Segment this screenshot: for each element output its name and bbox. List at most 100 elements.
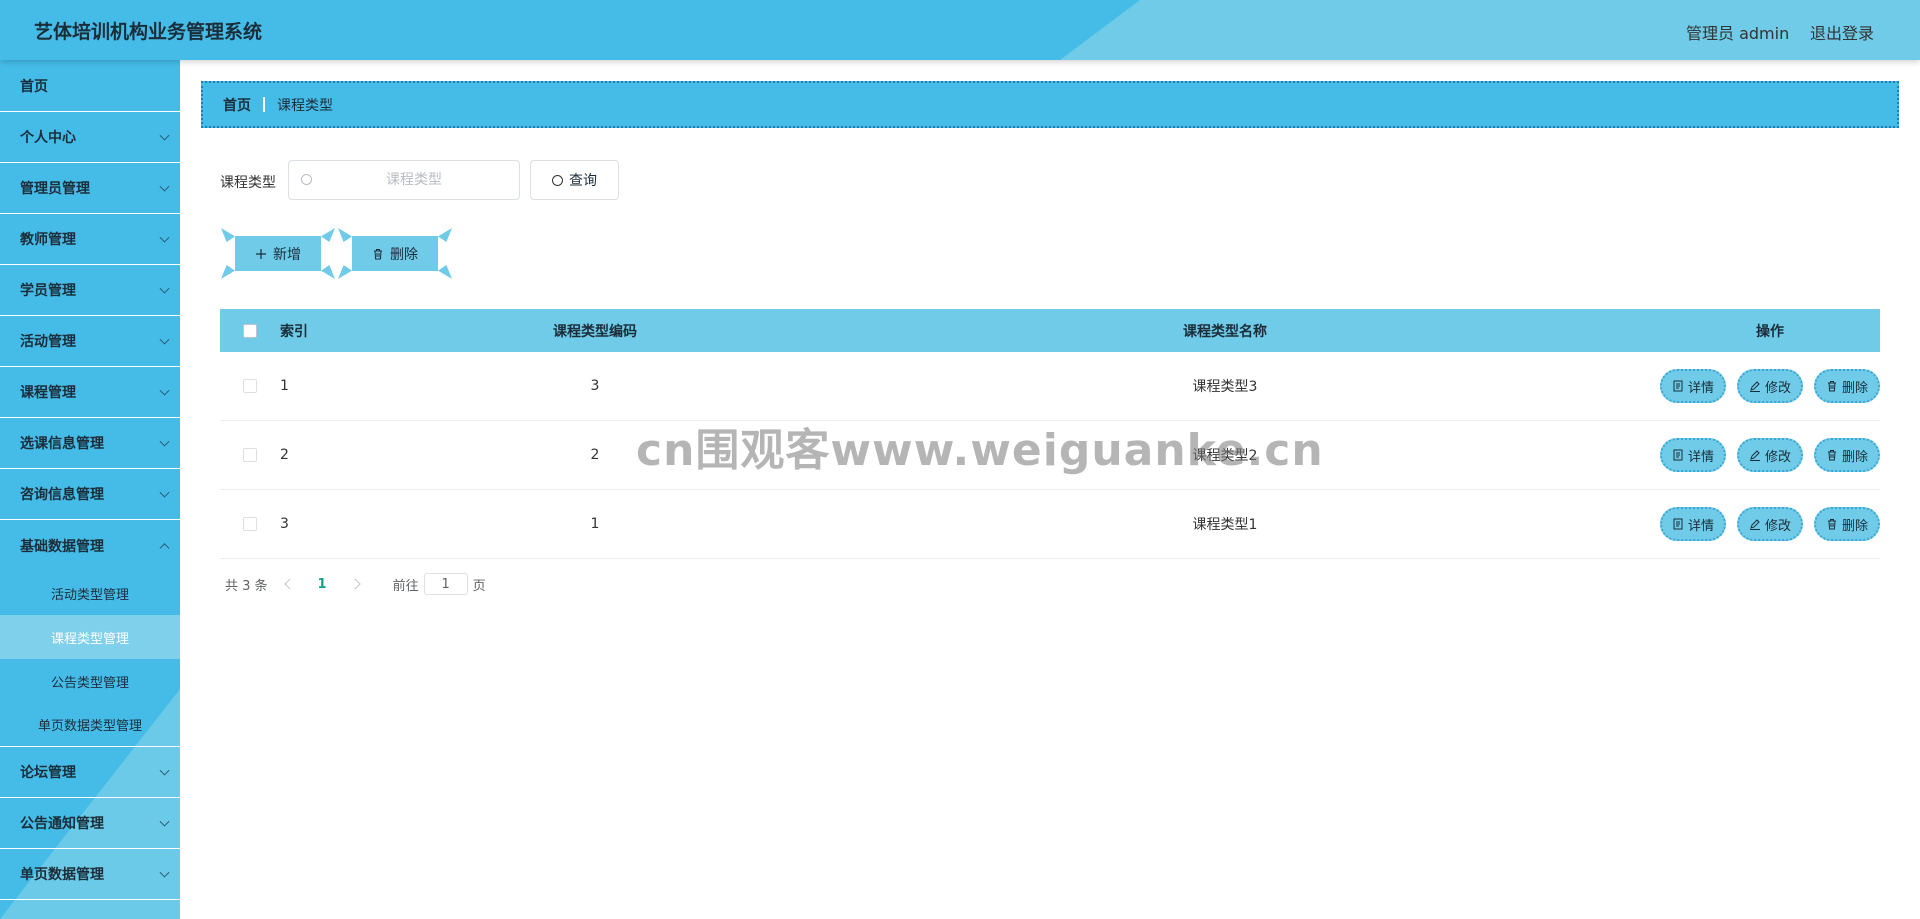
chevron-down-icon	[159, 436, 170, 447]
pagination: 共 3 条 1 前往 页	[225, 572, 486, 596]
sidebar-item-label: 基础数据管理	[20, 538, 104, 555]
sidebar-item-label: 咨询信息管理	[20, 487, 104, 503]
pagination-page-current[interactable]: 1	[318, 577, 327, 592]
sidebar-item-student-management[interactable]: 学员管理	[0, 265, 180, 316]
row-checkbox[interactable]	[243, 517, 257, 531]
row-checkbox[interactable]	[243, 448, 257, 462]
delete-button[interactable]: 删除	[1814, 438, 1880, 472]
pagination-total: 共 3 条	[225, 578, 268, 594]
trash-icon	[1827, 450, 1836, 461]
sidebar-item-base-data-management[interactable]: 基础数据管理	[0, 520, 180, 571]
app-title: 艺体培训机构业务管理系统	[34, 21, 263, 43]
sidebar-item-label: 活动管理	[20, 334, 76, 350]
sidebar-item-label: 个人中心	[20, 130, 76, 146]
edit-button[interactable]: 修改	[1737, 369, 1803, 403]
edit-button-label: 修改	[1764, 449, 1791, 465]
batch-delete-button[interactable]: 删除	[338, 228, 452, 279]
header-name: 课程类型名称	[1183, 323, 1267, 340]
cell-name: 课程类型3	[1192, 379, 1258, 395]
delete-button-label: 删除	[1841, 380, 1868, 396]
pagination-goto-prefix: 前往	[392, 578, 419, 594]
trash-icon	[1827, 519, 1836, 530]
document-icon	[1673, 518, 1683, 530]
sidebar-subitem-label: 公告类型管理	[50, 675, 129, 691]
sidebar-item-home[interactable]: 首页	[0, 60, 180, 112]
sidebar-item-activity-management[interactable]: 活动管理	[0, 316, 180, 367]
pagination-goto-input[interactable]	[423, 573, 468, 595]
search-input[interactable]	[319, 161, 509, 199]
pencil-icon	[1749, 450, 1760, 461]
search-icon	[552, 174, 563, 186]
delete-button[interactable]: 删除	[1814, 369, 1880, 403]
sidebar: 首页 个人中心 管理员管理 教师管理 学员管理 活动管理 课程管理 选课信息管理	[0, 60, 180, 919]
edit-button[interactable]: 修改	[1737, 507, 1803, 541]
cell-ops: 详情 修改 删除	[1660, 507, 1880, 541]
logout-link[interactable]: 退出登录	[1810, 20, 1874, 44]
table-row: 2 2 课程类型2 详情 修改 删除	[220, 421, 1880, 490]
chevron-down-icon	[159, 130, 170, 141]
search-icon	[301, 174, 312, 185]
search-input-wrapper	[288, 160, 520, 200]
cell-name: 课程类型2	[1192, 448, 1258, 464]
sidebar-item-notice-management[interactable]: 公告通知管理	[0, 798, 180, 849]
cell-code: 3	[590, 378, 600, 394]
breadcrumb-separator	[263, 97, 265, 112]
chevron-up-icon	[159, 542, 170, 553]
table-row: 1 3 课程类型3 详情 修改 删除	[220, 352, 1880, 421]
sidebar-subitem-label: 单页数据类型管理	[37, 719, 142, 734]
sidebar-item-label: 教师管理	[20, 232, 76, 248]
chevron-right-icon[interactable]	[348, 578, 361, 590]
row-checkbox[interactable]	[243, 379, 257, 393]
cell-code: 1	[590, 516, 600, 532]
sidebar-item-admin-management[interactable]: 管理员管理	[0, 163, 180, 214]
cell-ops: 详情 修改 删除	[1660, 369, 1880, 403]
query-button-label: 查询	[569, 173, 597, 189]
edit-button[interactable]: 修改	[1737, 438, 1803, 472]
sidebar-item-personal-center[interactable]: 个人中心	[0, 112, 180, 163]
header-decoration	[1060, 0, 1920, 60]
course-type-table: 索引 课程类型编码 课程类型名称 操作 1 3 课程类型3 详情 修改 删除 2…	[220, 309, 1880, 559]
detail-button-label: 详情	[1687, 449, 1714, 465]
detail-button[interactable]: 详情	[1660, 369, 1726, 403]
sidebar-subitem-label: 课程类型管理	[50, 631, 129, 647]
cell-ops: 详情 修改 删除	[1660, 438, 1880, 472]
pencil-icon	[1749, 381, 1760, 392]
cell-code: 2	[590, 447, 600, 463]
sidebar-subitem-activity-type[interactable]: 活动类型管理	[0, 571, 180, 615]
sidebar-item-label: 学员管理	[20, 283, 76, 299]
header-ops: 操作	[1756, 323, 1784, 340]
sidebar-submenu-base-data: 活动类型管理 课程类型管理 公告类型管理 单页数据类型管理	[0, 571, 180, 747]
pencil-icon	[1749, 519, 1760, 530]
sidebar-item-label: 课程管理	[20, 385, 76, 401]
sidebar-item-label: 公告通知管理	[20, 816, 104, 832]
sidebar-subitem-single-page-type[interactable]: 单页数据类型管理	[0, 703, 180, 747]
trash-icon	[1827, 381, 1836, 392]
chevron-down-icon	[159, 816, 170, 827]
top-header: 艺体培训机构业务管理系统 管理员 admin 退出登录	[0, 0, 1920, 60]
sidebar-item-consultation-management[interactable]: 咨询信息管理	[0, 469, 180, 520]
query-button[interactable]: 查询	[530, 160, 619, 200]
sidebar-item-teacher-management[interactable]: 教师管理	[0, 214, 180, 265]
breadcrumb-home[interactable]: 首页	[223, 95, 251, 115]
select-all-checkbox[interactable]	[243, 323, 257, 338]
document-icon	[1673, 449, 1683, 461]
sidebar-subitem-course-type[interactable]: 课程类型管理	[0, 615, 180, 659]
detail-button[interactable]: 详情	[1660, 507, 1726, 541]
add-button[interactable]: 新增	[221, 228, 335, 279]
sidebar-item-label: 管理员管理	[20, 181, 90, 197]
chevron-down-icon	[159, 385, 170, 396]
breadcrumb: 首页 课程类型	[201, 81, 1899, 128]
sidebar-item-label: 单页数据管理	[20, 867, 104, 883]
table-row: 3 1 课程类型1 详情 修改 删除	[220, 490, 1880, 559]
sidebar-item-label: 论坛管理	[20, 765, 76, 781]
detail-button-label: 详情	[1687, 518, 1714, 534]
chevron-left-icon[interactable]	[283, 578, 296, 590]
sidebar-item-course-management[interactable]: 课程管理	[0, 367, 180, 418]
cell-index: 2	[280, 447, 289, 463]
detail-button[interactable]: 详情	[1660, 438, 1726, 472]
delete-button[interactable]: 删除	[1814, 507, 1880, 541]
sidebar-item-single-page-management[interactable]: 单页数据管理	[0, 849, 180, 900]
sidebar-subitem-notice-type[interactable]: 公告类型管理	[0, 659, 180, 703]
sidebar-item-enrollment-management[interactable]: 选课信息管理	[0, 418, 180, 469]
sidebar-item-forum-management[interactable]: 论坛管理	[0, 747, 180, 798]
